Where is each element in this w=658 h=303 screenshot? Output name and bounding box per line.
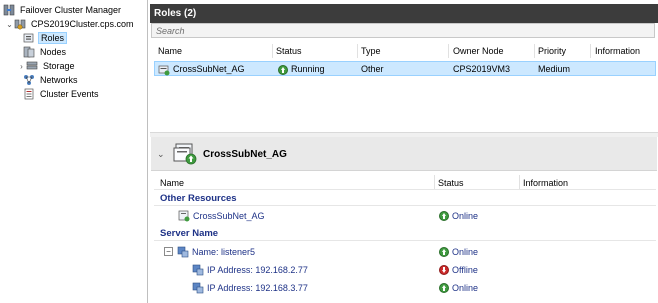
column-divider[interactable] [272,44,273,58]
column-header-type[interactable]: Type [361,45,381,58]
divider [154,189,656,190]
column-divider[interactable] [434,175,435,189]
chevron-right-icon[interactable]: › [17,62,26,71]
list-item[interactable]: − Name: listener5 [164,245,255,258]
roles-title: Roles (2) [150,4,658,23]
sidebar-item-label: Storage [43,61,75,71]
column-header-priority[interactable]: Priority [538,45,566,58]
sidebar-item-label: Networks [40,75,78,85]
column-header-owner-node[interactable]: Owner Node [453,45,504,58]
sidebar-item-storage[interactable]: › Storage [17,59,77,73]
storage-icon [26,60,38,72]
group-label-other-resources: Other Resources [160,193,237,204]
role-status-cell: Running [278,63,325,76]
role-icon [158,64,170,76]
resource-name: CrossSubNet_AG [193,210,265,221]
online-status-icon [439,210,449,221]
column-header-status[interactable]: Status [276,45,302,58]
online-status-icon [439,246,449,257]
tree-root-failover-cluster-manager[interactable]: Failover Cluster Manager [3,3,123,17]
group-label-server-name: Server Name [160,228,219,239]
sidebar-item-roles[interactable]: Roles [23,31,68,45]
collapse-chevron-icon[interactable]: ⌄ [157,149,165,160]
nodes-icon [23,46,35,58]
cluster-label: CPS2019Cluster.cps.com [31,19,134,29]
resource-status-text: Online [452,282,479,293]
sidebar-item-nodes[interactable]: Nodes [23,45,68,59]
role-status: Running [291,64,325,74]
collapse-minus-icon[interactable]: − [164,247,173,256]
role-name-cell: CrossSubNet_AG [158,63,245,76]
role-name: CrossSubNet_AG [173,64,245,74]
sidebar-item-networks[interactable]: Networks [23,73,80,87]
resource-status-text: Online [452,210,479,221]
navigation-tree: Failover Cluster Manager ⌄ CPS2019Cluste… [0,0,148,303]
resource-status: Online [439,281,478,294]
roles-icon [23,32,35,44]
resource-name: Name: listener5 [192,246,256,257]
sidebar-item-label: Roles [38,32,68,44]
list-item[interactable]: IP Address: 192.168.3.77 [192,281,308,294]
role-type: Other [361,64,384,74]
availability-group-resource-icon [178,210,190,222]
column-divider[interactable] [519,175,520,189]
role-owner-node: CPS2019VM3 [453,64,511,74]
column-divider[interactable] [448,44,449,58]
role-large-icon [173,142,199,166]
resource-name: IP Address: 192.168.2.77 [207,264,308,275]
tree-root-label: Failover Cluster Manager [20,5,122,15]
cluster-events-icon [23,88,35,100]
column-divider[interactable] [357,44,358,58]
network-name-icon [177,246,189,258]
detail-column-header-name[interactable]: Name [160,177,184,189]
resource-status-text: Offline [452,264,478,275]
list-item[interactable]: CrossSubNet_AG [178,209,265,222]
failover-cluster-manager-icon [3,4,15,16]
resource-status-text: Online [452,246,479,257]
divider [154,205,656,206]
offline-status-icon [439,264,449,275]
resource-status: Online [439,245,478,258]
roles-pane: Roles (2) Search Name Status Type Owner … [150,0,658,303]
column-divider[interactable] [590,44,591,58]
column-header-information[interactable]: Information [595,45,640,58]
detail-header: ⌄ CrossSubNet_AG [151,137,657,171]
role-priority: Medium [538,64,571,74]
cluster-icon [14,18,26,30]
sidebar-item-label: Nodes [40,47,67,57]
chevron-down-icon[interactable]: ⌄ [5,20,14,29]
detail-column-header-status[interactable]: Status [438,177,464,189]
list-item[interactable]: IP Address: 192.168.2.77 [192,263,308,276]
column-divider[interactable] [534,44,535,58]
resource-status: Online [439,209,478,222]
sidebar-item-cluster-events[interactable]: Cluster Events [23,87,101,101]
running-status-icon [278,64,288,75]
ip-address-icon [192,264,204,276]
resource-name: IP Address: 192.168.3.77 [207,282,308,293]
column-header-name[interactable]: Name [158,45,182,58]
detail-column-header-information[interactable]: Information [523,177,568,189]
sidebar-item-label: Cluster Events [40,89,99,99]
networks-icon [23,74,35,86]
tree-node-cluster[interactable]: ⌄ CPS2019Cluster.cps.com [5,17,136,31]
ip-address-icon [192,282,204,294]
detail-title: CrossSubNet_AG [203,149,287,160]
divider [154,240,656,241]
search-input[interactable]: Search [151,23,655,38]
resource-status: Offline [439,263,478,276]
online-status-icon [439,282,449,293]
